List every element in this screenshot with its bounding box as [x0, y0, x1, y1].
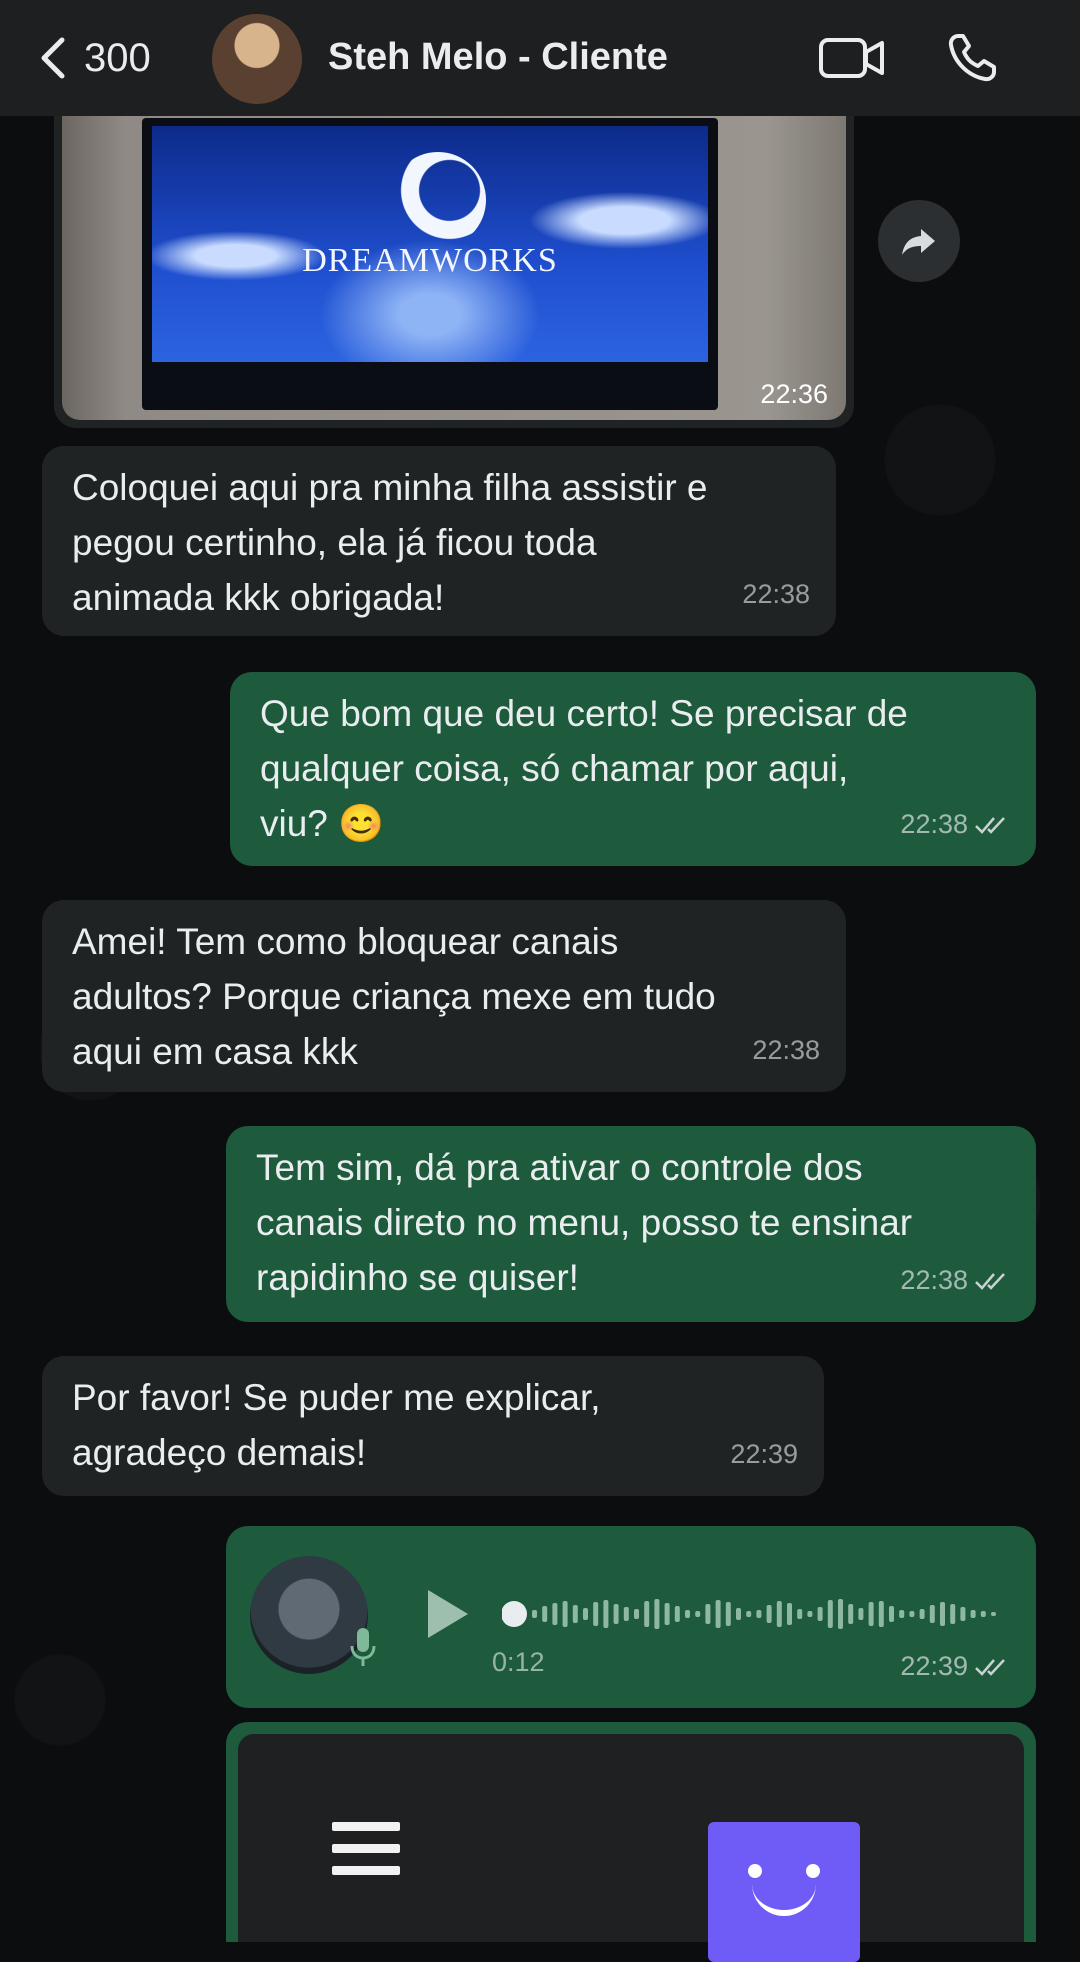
contact-name[interactable]: Steh Melo - Cliente: [328, 36, 668, 79]
incoming-message[interactable]: Coloquei aqui pra minha filha assistir e…: [42, 446, 836, 636]
message-text: Que bom que deu certo! Se precisar de qu…: [260, 693, 908, 844]
message-text: Tem sim, dá pra ativar o controle dos ca…: [256, 1147, 913, 1298]
microphone-icon: [350, 1628, 376, 1666]
audio-waveform[interactable]: [502, 1586, 1002, 1642]
media-preview[interactable]: [238, 1734, 1024, 1962]
image-message[interactable]: DREAMWORKS 22:36: [54, 110, 854, 428]
moon-logo: [390, 152, 486, 248]
tv-set: DREAMWORKS: [142, 118, 718, 410]
video-call-icon[interactable]: [818, 34, 886, 82]
dreamworks-logo: DREAMWORKS: [302, 242, 558, 279]
message-time: 22:38: [900, 797, 1010, 852]
chevron-left-icon: [41, 37, 65, 79]
voice-message[interactable]: 0:12 22:39: [226, 1526, 1036, 1708]
message-text: Amei! Tem como bloquear canais adultos? …: [72, 921, 716, 1072]
forward-icon: [902, 229, 935, 255]
message-time: 22:38: [752, 1035, 820, 1065]
outgoing-message[interactable]: Tem sim, dá pra ativar o controle dos ca…: [226, 1126, 1036, 1322]
tv-screen: DREAMWORKS: [152, 126, 708, 362]
double-check-icon: [975, 1658, 1005, 1676]
tv-photo[interactable]: DREAMWORKS: [62, 110, 846, 420]
playback-position-dot: [502, 1601, 527, 1627]
message-text: Por favor! Se puder me explicar, agradeç…: [72, 1377, 601, 1473]
double-check-icon: [975, 1272, 1005, 1290]
back-button[interactable]: 300: [36, 30, 151, 86]
app-logo-icon: [708, 1822, 860, 1962]
message-time: 22:36: [760, 379, 828, 409]
message-time: 22:38: [742, 579, 810, 609]
media-preview-message[interactable]: [226, 1722, 1036, 1962]
contact-avatar[interactable]: [212, 14, 302, 104]
double-check-icon: [975, 816, 1005, 834]
message-time: 22:38: [900, 1253, 1010, 1308]
chat-header: 300 Steh Melo - Cliente: [0, 0, 1080, 116]
message-time: 22:39: [730, 1439, 798, 1469]
menu-icon: [332, 1822, 400, 1875]
play-icon[interactable]: [422, 1586, 472, 1642]
audio-duration: 0:12: [492, 1647, 545, 1677]
unread-count: 300: [84, 35, 151, 80]
phone-icon[interactable]: [944, 30, 1000, 86]
forward-button[interactable]: [878, 200, 960, 282]
message-text: Coloquei aqui pra minha filha assistir e…: [72, 467, 708, 618]
incoming-message[interactable]: Amei! Tem como bloquear canais adultos? …: [42, 900, 846, 1092]
incoming-message[interactable]: Por favor! Se puder me explicar, agradeç…: [42, 1356, 824, 1496]
outgoing-message[interactable]: Que bom que deu certo! Se precisar de qu…: [230, 672, 1036, 866]
message-time: 22:39: [900, 1639, 1010, 1694]
